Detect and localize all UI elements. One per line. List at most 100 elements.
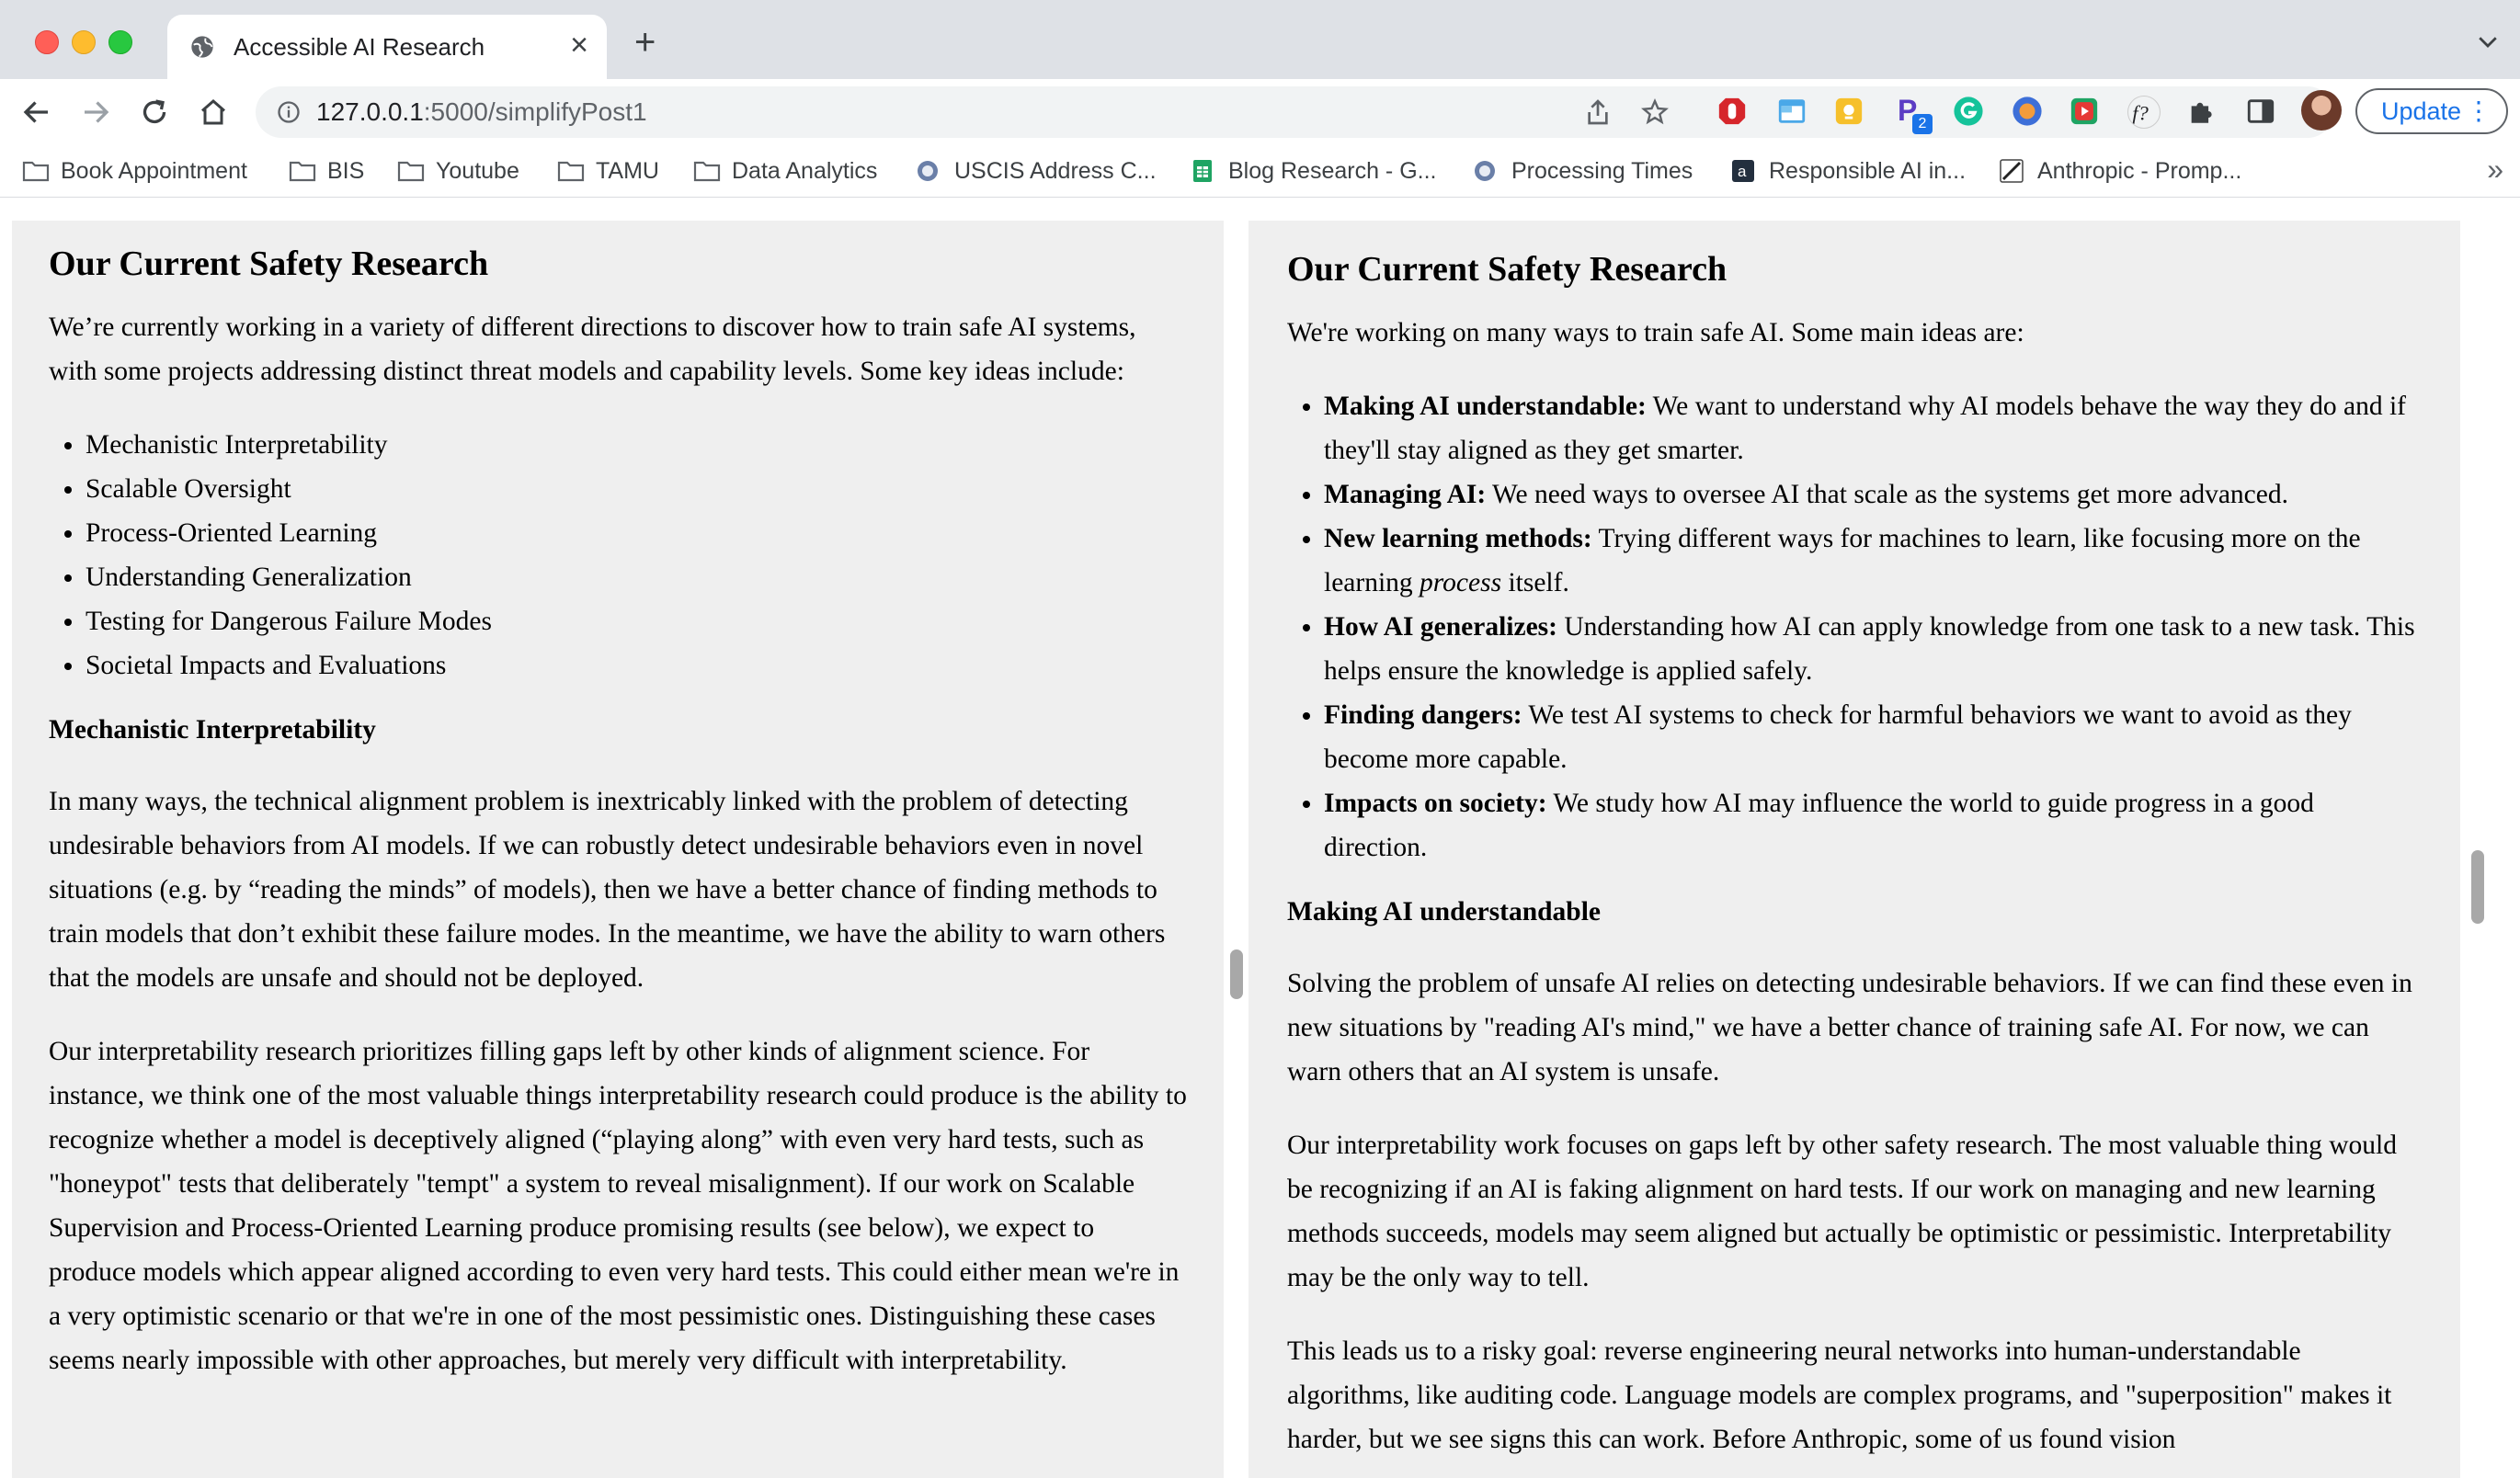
reload-icon[interactable] (138, 96, 171, 129)
page-scrollbar-thumb[interactable] (2471, 850, 2484, 924)
new-tab-icon[interactable]: + (634, 24, 656, 61)
list-item-term: Impacts on society: (1324, 789, 1547, 818)
list-item: Making AI understandable: We want to und… (1324, 384, 2423, 472)
extension-badge: 2 (1912, 114, 1933, 134)
globe-icon (191, 36, 213, 58)
list-item: Impacts on society: We study how AI may … (1324, 781, 2423, 870)
bookmark-label: Book Appointment (61, 157, 247, 184)
bookmark-label: Processing Times (1511, 157, 1693, 184)
right-key-ideas-list: Making AI understandable: We want to und… (1287, 384, 2423, 870)
close-window-button[interactable] (35, 30, 59, 54)
profile-avatar[interactable] (2301, 90, 2342, 131)
right-intro: We're working on many ways to train safe… (1287, 318, 2024, 347)
right-title: Our Current Safety Research (1287, 250, 1728, 289)
left-pane-scrollbar[interactable] (1230, 949, 1243, 999)
bookmark-processing-times[interactable]: Processing Times (1473, 154, 1693, 188)
grammarly-icon[interactable] (1953, 96, 1984, 127)
anthropic-icon (2000, 159, 2024, 183)
page-scrollbar[interactable] (2466, 198, 2520, 1478)
close-tab-icon[interactable]: × (570, 29, 588, 61)
tab-accessible-ai-research[interactable]: Accessible AI Research × (167, 15, 607, 79)
bookmark-label: Responsible AI in... (1769, 157, 1967, 184)
list-item: Understanding Generalization (86, 555, 1187, 599)
bookmark-folder-youtube[interactable]: Youtube (397, 154, 519, 188)
left-title: Our Current Safety Research (49, 244, 489, 283)
svg-text:a: a (1738, 163, 1747, 180)
svg-text:f?: f? (2132, 102, 2149, 125)
list-item: Managing AI: We need ways to oversee AI … (1324, 472, 2423, 517)
bookmark-blog-research[interactable]: Blog Research - G... (1190, 154, 1436, 188)
video-extension-icon[interactable] (2069, 96, 2100, 127)
bookmark-label: Youtube (436, 157, 519, 184)
list-item-term: Making AI understandable: (1324, 392, 1647, 421)
left-intro: We’re currently working in a variety of … (49, 313, 1136, 386)
seal-icon (1475, 161, 1495, 181)
share-icon[interactable] (1583, 97, 1613, 127)
ad-blocker-extension-icon[interactable] (1716, 96, 1748, 127)
tab-strip: Accessible AI Research × + (0, 0, 2520, 79)
bookmark-label: BIS (327, 157, 365, 184)
more-bookmarks-icon[interactable]: » (2487, 153, 2503, 187)
home-icon[interactable] (197, 96, 230, 129)
forward-arrow-icon[interactable] (79, 96, 112, 129)
list-item: How AI generalizes: Understanding how AI… (1324, 605, 2423, 693)
bookmark-uscis-address[interactable]: USCIS Address C... (916, 154, 1157, 188)
list-item-term: Managing AI: (1324, 480, 1487, 509)
maximize-window-button[interactable] (108, 30, 132, 54)
list-item: Societal Impacts and Evaluations (86, 643, 1187, 688)
bookmark-label: TAMU (596, 157, 659, 184)
more-menu-icon[interactable]: ⋮ (2466, 96, 2491, 127)
side-panel-icon[interactable] (2245, 96, 2276, 127)
list-item-emphasis: process (1420, 568, 1502, 597)
url-host: 127.0.0.1 (316, 97, 424, 126)
left-paragraph: In many ways, the technical alignment pr… (49, 787, 1166, 993)
note-extension-icon[interactable] (1833, 96, 1864, 127)
bookmark-folder-book-appointment[interactable]: Book Appointment (22, 154, 247, 188)
amazon-icon: a (1732, 160, 1754, 182)
bookmark-folder-data-analytics[interactable]: Data Analytics (693, 154, 877, 188)
list-item: Testing for Dangerous Failure Modes (86, 599, 1187, 643)
bookmark-responsible-ai[interactable]: a Responsible AI in... (1730, 154, 1966, 188)
update-button[interactable]: Update ⋮ (2355, 88, 2508, 134)
bookmark-star-icon[interactable] (1640, 97, 1670, 127)
bookmarks-bar: Book Appointment BIS Youtube TAMU Data A… (0, 145, 2520, 198)
site-info-icon[interactable] (276, 99, 302, 125)
seal-icon (918, 161, 938, 181)
bookmark-folder-tamu[interactable]: TAMU (557, 154, 659, 188)
bookmark-label: Data Analytics (732, 157, 878, 184)
folder-icon (22, 161, 50, 182)
right-paragraph: Solving the problem of unsafe AI relies … (1287, 969, 2412, 1086)
bookmark-label: USCIS Address C... (954, 157, 1157, 184)
update-label: Update (2381, 97, 2462, 125)
list-item: New learning methods: Trying different w… (1324, 517, 2423, 605)
bookmark-anthropic-prompt[interactable]: Anthropic - Promp... (1999, 154, 2241, 188)
simplified-text-pane[interactable]: Our Current Safety Research We're workin… (1249, 221, 2460, 1478)
url-text: 127.0.0.1:5000/simplifyPost1 (316, 97, 647, 127)
list-item-term: How AI generalizes: (1324, 612, 1557, 642)
right-paragraph: Our interpretability work focuses on gap… (1287, 1131, 2397, 1292)
bookmark-label: Blog Research - G... (1228, 157, 1437, 184)
tab-title: Accessible AI Research (234, 33, 485, 61)
puzzle-icon[interactable] (2186, 96, 2218, 127)
original-text-pane[interactable]: Our Current Safety Research We’re curren… (12, 221, 1224, 1478)
window-extension-icon[interactable] (1776, 96, 1807, 127)
list-item-term: Finding dangers: (1324, 700, 1522, 730)
right-paragraph: This leads us to a risky goal: reverse e… (1287, 1336, 2392, 1454)
folder-icon (557, 161, 585, 182)
chevron-down-icon[interactable] (2474, 28, 2502, 55)
shield-extension-icon[interactable] (2012, 96, 2043, 127)
bookmark-label: Anthropic - Promp... (2037, 157, 2242, 184)
list-item-term: New learning methods: (1324, 524, 1592, 553)
bookmark-folder-bis[interactable]: BIS (289, 154, 364, 188)
left-section-heading: Mechanistic Interpretability (49, 715, 376, 745)
folder-icon (397, 161, 425, 182)
left-paragraph: Our interpretability research prioritize… (49, 1037, 1187, 1375)
list-item: Finding dangers: We test AI systems to c… (1324, 693, 2423, 781)
list-item-text: We need ways to oversee AI that scale as… (1486, 480, 2288, 509)
minimize-window-button[interactable] (72, 30, 96, 54)
sheets-icon (1193, 160, 1212, 182)
back-arrow-icon[interactable] (20, 96, 53, 129)
p-extension[interactable]: P 2 (1894, 94, 1933, 134)
page-content: Our Current Safety Research We’re curren… (0, 198, 2520, 1478)
formula-extension-icon[interactable]: f? (2127, 96, 2161, 129)
